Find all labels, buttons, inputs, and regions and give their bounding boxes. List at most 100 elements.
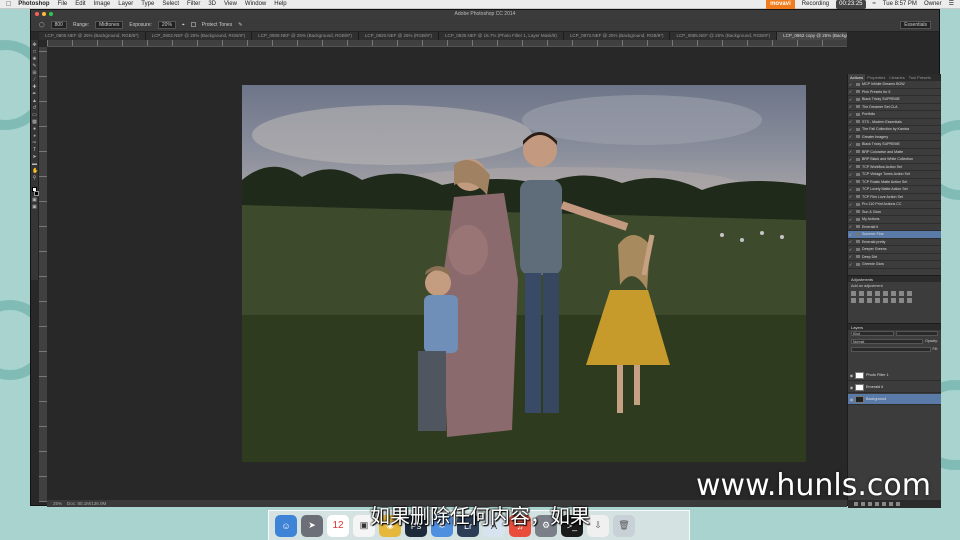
menu-select[interactable]: Select [162,0,179,9]
posterize-icon[interactable] [883,298,888,303]
eraser-tool-icon[interactable]: ▭ [32,113,37,118]
action-row[interactable]: ✓ Portfolio [848,111,941,119]
tab-properties[interactable]: Properties [865,74,887,81]
action-toggle-icon[interactable]: ✓ [848,119,853,124]
action-row[interactable]: ✓ Black Tricky SUPREME [848,141,941,149]
action-row[interactable]: ✓ TCP Lovely Matte Action Set [848,186,941,194]
action-toggle-icon[interactable]: ✓ [848,82,853,87]
menu-image[interactable]: Image [94,0,111,9]
layer-thumbnail[interactable] [855,371,864,379]
document-tab[interactable]: LCP_0872.NEF @ 25% (Background, RGB/8*) [564,32,671,40]
layer-row[interactable]: ◉ Emerald it [848,382,941,393]
document-tab[interactable]: LCP_0808.NEF @ 25% (Background, RGB/8*) [252,32,359,40]
action-toggle-icon[interactable]: ✓ [848,202,853,207]
layer-name[interactable]: Background [866,397,886,401]
pressure-icon[interactable]: ✎ [238,22,242,28]
eyedropper-tool-icon[interactable]: ⁄ [32,78,37,83]
wifi-icon[interactable]: ≈ [873,0,876,9]
layer-filter-icons[interactable] [896,331,938,336]
stamp-tool-icon[interactable]: ▲ [32,99,37,104]
finder-icon[interactable]: ☺ [275,514,297,537]
path-select-tool-icon[interactable]: ➤ [32,155,37,160]
action-toggle-icon[interactable]: ✓ [848,217,853,222]
lock-icons[interactable] [851,347,931,352]
document-tab[interactable]: LCP_0830.NEF @ 16.7% (Photo Filter 1, La… [439,32,564,40]
action-toggle-icon[interactable]: ✓ [848,172,853,177]
action-row[interactable]: ✓ The Dreamer Set CLA [848,104,941,111]
layer-thumbnail[interactable] [855,395,864,403]
menu-layer[interactable]: Layer [118,0,133,9]
threshold-icon[interactable] [891,298,896,303]
photo-filter-icon[interactable] [851,298,856,303]
protect-tones-checkbox[interactable] [190,22,196,27]
channel-mixer-icon[interactable] [859,298,864,303]
close-button[interactable] [35,12,39,16]
layer-row[interactable]: ◉ Background [848,394,941,405]
user-name[interactable]: Owner [924,0,942,9]
workspace-select[interactable]: Essentials [900,20,931,29]
action-row[interactable]: ✓ BRP Black and White Collection [848,156,941,164]
menu-file[interactable]: File [58,0,68,9]
visibility-eye-icon[interactable]: ◉ [848,385,855,390]
action-toggle-icon[interactable]: ✓ [848,157,853,162]
action-row[interactable]: ✓ Black Tricky SUPREME [848,96,941,104]
action-row[interactable]: ✓ Deep Dirt [848,254,941,261]
action-row[interactable]: ✓ My Actions [848,216,941,224]
visibility-eye-icon[interactable]: ◉ [848,373,855,378]
color-lookup-icon[interactable] [867,298,872,303]
document-tab[interactable]: LCP_0820.NEF @ 25% (RGB/8*) [359,32,439,40]
airbrush-icon[interactable]: ⌖ [182,22,185,28]
minimize-button[interactable] [42,12,46,16]
action-toggle-icon[interactable]: ✓ [848,232,853,237]
adjustments-header[interactable]: Adjustments [848,275,941,282]
hand-tool-icon[interactable]: ✋ [32,169,38,174]
layer-kind-select[interactable]: Kind [851,331,894,336]
range-select[interactable]: Midtones [95,20,124,29]
document-tab[interactable]: LCP_0885.NEF @ 25% (Background, RGB/8*) [670,32,778,40]
document-image[interactable] [242,85,806,462]
doc-info[interactable]: Doc: 80.1M/136.0M [67,501,106,506]
action-row[interactable]: ✓ TCP Rustic Matte Action Set [848,179,941,186]
dodge-tool-icon[interactable]: ◯ [39,22,45,28]
action-toggle-icon[interactable]: ✓ [848,134,853,139]
action-toggle-icon[interactable]: ✓ [848,127,853,132]
action-toggle-icon[interactable]: ✓ [848,112,853,117]
action-row[interactable]: ✓ MCP Infinite Dreams BOW [848,81,941,89]
curves-icon[interactable] [867,291,872,296]
menu-filter[interactable]: Filter [187,0,200,9]
recorder-brand[interactable]: movavi [766,0,795,9]
list-icon[interactable]: ☰ [949,0,954,9]
action-toggle-icon[interactable]: ✓ [848,262,853,267]
menu-help[interactable]: Help [274,0,286,9]
shape-tool-icon[interactable]: ▬ [32,162,37,167]
menu-view[interactable]: View [224,0,237,9]
action-toggle-icon[interactable]: ✓ [848,142,853,147]
action-row[interactable]: ✓ STS - Modern Essentials [848,119,941,126]
action-row[interactable]: ✓ TCP Workflow Action Set [848,164,941,171]
layer-name[interactable]: Emerald it [866,385,883,389]
screen-mode-icon[interactable]: ▣ [32,205,37,210]
document-tab[interactable]: LCP_0800.NEF @ 25% (Background, RGB/8*) [39,32,146,40]
blur-tool-icon[interactable]: ● [32,127,37,132]
layer-name[interactable]: Photo Filter 1 [866,373,889,377]
brush-tool-icon[interactable]: ✒ [32,92,37,97]
background-color-swatch[interactable] [33,191,39,196]
tab-actions[interactable]: Actions [848,74,866,81]
visibility-eye-icon[interactable]: ◉ [848,397,855,402]
zoom-tool-icon[interactable]: ⚲ [32,176,37,181]
tab-tool-presets[interactable]: Tool Presets [907,74,933,81]
zoom-level[interactable]: 25% [53,501,62,506]
hue-saturation-icon[interactable] [891,291,896,296]
action-toggle-icon[interactable]: ✓ [848,164,853,169]
action-toggle-icon[interactable]: ✓ [848,239,853,244]
vibrance-icon[interactable] [883,291,888,296]
healing-tool-icon[interactable]: ✚ [32,85,37,90]
action-row[interactable]: ✓ Deeper Greens [848,246,941,254]
action-toggle-icon[interactable]: ✓ [848,89,853,94]
canvas-area[interactable] [47,47,847,502]
invert-icon[interactable] [875,298,880,303]
gradient-tool-icon[interactable]: ▩ [32,120,37,125]
layer-row[interactable]: ◉ Photo Filter 1 [848,370,941,381]
action-row[interactable]: ✓ TCP Film Love Action Set [848,194,941,201]
action-toggle-icon[interactable]: ✓ [848,187,853,192]
